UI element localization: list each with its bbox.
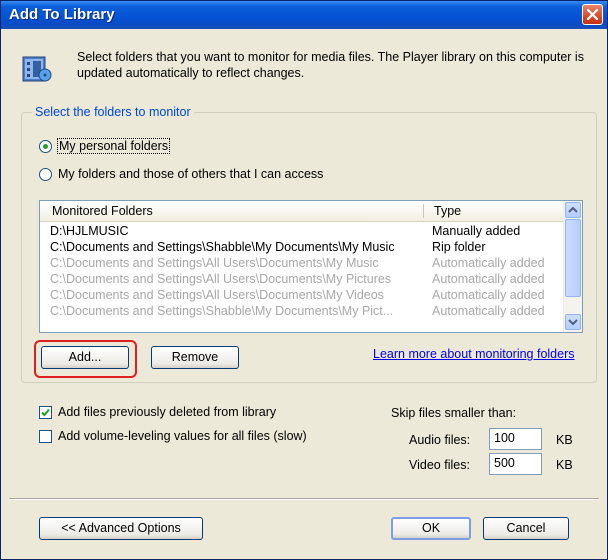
option-volume-leveling-label: Add volume-leveling values for all files… [58, 429, 307, 443]
table-row[interactable]: D:\HJLMUSIC Manually added [40, 223, 564, 239]
scroll-thumb[interactable] [565, 219, 581, 297]
table-row[interactable]: C:\Documents and Settings\All Users\Docu… [40, 271, 564, 287]
table-row[interactable]: C:\Documents and Settings\All Users\Docu… [40, 287, 564, 303]
option-add-deleted-label: Add files previously deleted from librar… [58, 405, 277, 419]
folder-path: D:\HJLMUSIC [50, 224, 129, 238]
scroll-down-button[interactable] [565, 314, 581, 330]
column-header-folders[interactable]: Monitored Folders [52, 204, 153, 218]
table-row[interactable]: C:\Documents and Settings\Shabble\My Doc… [40, 303, 564, 319]
advanced-options-button[interactable]: << Advanced Options [39, 517, 203, 540]
radio-button[interactable] [39, 167, 52, 181]
checkmark-icon [41, 408, 50, 416]
folder-path: C:\Documents and Settings\All Users\Docu… [50, 272, 392, 286]
cancel-button[interactable]: Cancel [483, 517, 569, 540]
radio-all-label: My folders and those of others that I ca… [58, 167, 324, 181]
folder-type: Rip folder [432, 240, 486, 254]
video-unit: KB [556, 458, 573, 472]
description-text: Select folders that you want to monitor … [77, 50, 584, 80]
folder-type: Automatically added [432, 272, 545, 286]
monitored-folders-list[interactable]: Monitored Folders Type D:\HJLMUSIC Manua… [39, 200, 583, 333]
folder-type: Automatically added [432, 288, 545, 302]
radio-all-folders[interactable]: My folders and those of others that I ca… [39, 166, 323, 182]
audio-unit: KB [556, 433, 573, 447]
checkbox[interactable] [39, 429, 52, 443]
close-icon [586, 8, 599, 21]
folder-type: Manually added [432, 224, 521, 238]
remove-button[interactable]: Remove [151, 346, 239, 369]
window-title: Add To Library [9, 6, 115, 23]
folder-type: Automatically added [432, 256, 545, 270]
video-files-label: Video files: [409, 458, 470, 472]
folder-path: C:\Documents and Settings\Shabble\My Doc… [50, 240, 395, 254]
scroll-up-button[interactable] [565, 202, 581, 218]
scroll-down-icon [568, 319, 578, 326]
close-button[interactable] [582, 4, 603, 25]
audio-files-label: Audio files: [409, 433, 471, 447]
add-button-highlight [34, 340, 137, 378]
radio-personal-label: My personal folders [56, 138, 171, 154]
audio-size-input[interactable]: 100 [489, 428, 542, 450]
group-legend: Select the folders to monitor [32, 105, 194, 119]
table-row[interactable]: C:\Documents and Settings\All Users\Docu… [40, 255, 564, 271]
table-row[interactable]: C:\Documents and Settings\Shabble\My Doc… [40, 239, 564, 255]
ok-button[interactable]: OK [391, 517, 471, 540]
option-add-deleted[interactable]: Add files previously deleted from librar… [39, 404, 276, 420]
learn-more-link[interactable]: Learn more about monitoring folders [373, 347, 575, 361]
title-bar[interactable]: Add To Library [1, 1, 607, 29]
folder-path: C:\Documents and Settings\Shabble\My Doc… [50, 304, 394, 318]
library-icon [22, 56, 52, 82]
option-volume-leveling[interactable]: Add volume-leveling values for all files… [39, 428, 307, 444]
skip-label: Skip files smaller than: [391, 406, 517, 420]
scroll-up-icon [568, 206, 578, 213]
column-header-type[interactable]: Type [434, 204, 461, 218]
column-separator[interactable] [423, 204, 424, 218]
divider [9, 498, 599, 500]
folder-type: Automatically added [432, 304, 545, 318]
folder-path: C:\Documents and Settings\All Users\Docu… [50, 256, 379, 270]
add-to-library-dialog: Add To Library Select folders that you w… [0, 0, 608, 560]
checkbox-checked[interactable] [39, 405, 52, 419]
radio-button-selected[interactable] [39, 139, 52, 153]
vertical-scrollbar[interactable] [563, 201, 582, 332]
radio-personal-folders[interactable]: My personal folders [39, 138, 171, 154]
video-size-input[interactable]: 500 [489, 453, 542, 475]
folder-path: C:\Documents and Settings\All Users\Docu… [50, 288, 384, 302]
list-header: Monitored Folders Type [40, 201, 564, 222]
